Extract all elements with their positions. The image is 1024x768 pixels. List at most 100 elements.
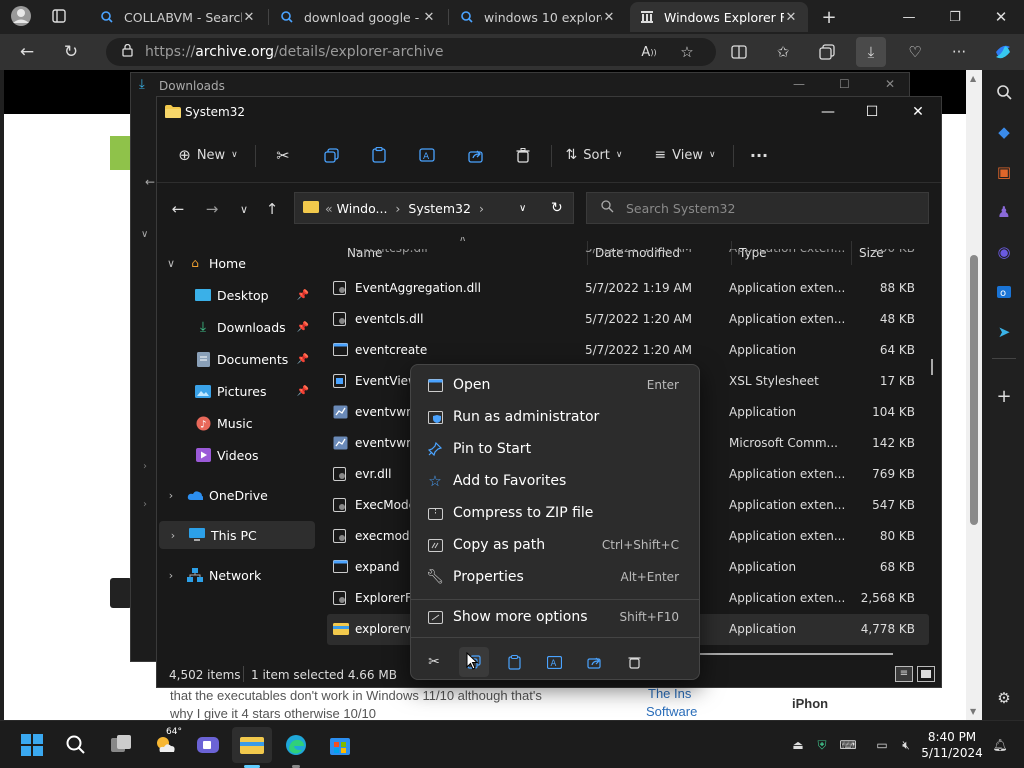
- rename-icon[interactable]: A: [539, 647, 569, 677]
- pin-icon[interactable]: 📌: [297, 386, 309, 397]
- minimize-icon[interactable]: —: [793, 77, 805, 91]
- chevron-right-icon[interactable]: ›: [165, 569, 177, 582]
- page-scrollbar[interactable]: ▲ ▼: [966, 70, 982, 720]
- path-overflow-label[interactable]: «: [325, 201, 333, 216]
- table-row[interactable]: eventcls.dll 5/7/2022 1:20 AM Applicatio…: [327, 304, 929, 335]
- minimize-icon[interactable]: —: [805, 97, 851, 127]
- related-link[interactable]: The Ins: [648, 686, 691, 701]
- related-link[interactable]: Software: [646, 704, 697, 719]
- close-icon[interactable]: ✕: [895, 97, 941, 127]
- pin-icon[interactable]: 📌: [297, 354, 309, 365]
- minimize-icon[interactable]: —: [886, 0, 932, 34]
- cut-icon[interactable]: ✂: [419, 647, 449, 677]
- nav-item-downloads[interactable]: ⤓ Downloads 📌: [157, 313, 313, 341]
- vertical-scrollbar-thumb[interactable]: [931, 359, 933, 375]
- shopping-tag-icon[interactable]: ◆: [990, 118, 1018, 146]
- menu-item-open[interactable]: Open Enter: [415, 369, 695, 401]
- chevron-right-icon[interactable]: ›: [165, 489, 177, 502]
- sort-button[interactable]: ⇅ Sort ∨: [561, 141, 627, 169]
- nav-item-this-pc[interactable]: › This PC: [159, 521, 315, 549]
- forward-arrow-icon[interactable]: →: [199, 198, 225, 220]
- cut-icon[interactable]: ✂: [269, 141, 297, 169]
- close-tab-icon[interactable]: ✕: [242, 10, 256, 25]
- menu-item-add-to-favorites[interactable]: ☆ Add to Favorites: [415, 465, 695, 497]
- refresh-icon[interactable]: ↻: [551, 200, 563, 216]
- workspaces-icon[interactable]: [44, 1, 74, 31]
- close-icon[interactable]: ✕: [978, 0, 1024, 34]
- tiles-view-icon[interactable]: [917, 666, 935, 682]
- copy-icon[interactable]: [317, 141, 345, 169]
- tab-windows-explorer-file[interactable]: Windows Explorer File ✕: [630, 2, 808, 32]
- keyboard-icon[interactable]: ⌨: [838, 735, 858, 755]
- start-windows-icon[interactable]: [16, 729, 48, 761]
- system-clock[interactable]: 8:40 PM 5/11/2024: [920, 729, 984, 761]
- menu-item-show-more-options[interactable]: Show more options Shift+F10: [415, 601, 695, 633]
- nav-item-pictures[interactable]: Pictures 📌: [157, 377, 313, 405]
- address-dropdown-icon[interactable]: ∨: [519, 203, 526, 214]
- lock-icon[interactable]: [122, 43, 133, 61]
- task-view-icon[interactable]: [106, 729, 138, 761]
- menu-item-pin-to-start[interactable]: Pin to Start: [415, 433, 695, 465]
- nav-item-home[interactable]: ∨ ⌂ Home: [157, 249, 313, 277]
- nav-item-network[interactable]: › Network: [157, 561, 313, 589]
- up-arrow-icon[interactable]: ↑: [259, 198, 285, 220]
- close-tab-icon[interactable]: ✕: [422, 10, 436, 25]
- pin-icon[interactable]: 📌: [297, 322, 309, 333]
- menu-item-compress-to-zip[interactable]: Compress to ZIP file: [415, 497, 695, 529]
- nav-item-documents[interactable]: Documents 📌: [157, 345, 313, 373]
- more-menu-icon[interactable]: ···: [944, 37, 974, 67]
- teams-icon[interactable]: [192, 729, 224, 761]
- address-path-box[interactable]: « Windo... › System32 › ∨ ↻: [294, 192, 574, 224]
- paste-icon[interactable]: [365, 141, 393, 169]
- chat-bubble-icon[interactable]: [110, 578, 132, 608]
- delete-icon[interactable]: [619, 647, 649, 677]
- tab-windows-10-explorer[interactable]: windows 10 explorer ✕: [450, 2, 626, 32]
- split-screen-icon[interactable]: [724, 37, 754, 67]
- back-arrow-icon[interactable]: ←: [165, 198, 191, 220]
- share-icon[interactable]: [461, 141, 489, 169]
- browser-essentials-icon[interactable]: ♡: [900, 37, 930, 67]
- tab-download-google[interactable]: download google - S ✕: [270, 2, 446, 32]
- search-input[interactable]: Search System32: [586, 192, 929, 224]
- new-tab-icon[interactable]: +: [812, 0, 846, 34]
- maximize-icon[interactable]: ☐: [839, 77, 850, 91]
- file-explorer-icon[interactable]: [236, 729, 268, 761]
- details-view-icon[interactable]: ≡: [895, 666, 913, 682]
- rename-icon[interactable]: A: [413, 141, 441, 169]
- tray-usb-icon[interactable]: ⏏: [788, 735, 808, 755]
- back-arrow-icon[interactable]: ←: [12, 37, 42, 67]
- table-row[interactable]: eventcreate 5/7/2022 1:20 AM Application…: [327, 335, 929, 366]
- notifications-icon[interactable]: 🔔︎: [990, 735, 1010, 755]
- scrollbar-thumb[interactable]: [970, 255, 978, 525]
- chevron-down-icon[interactable]: ∨: [141, 229, 148, 240]
- defender-shield-icon[interactable]: ⛨: [812, 735, 832, 755]
- restore-icon[interactable]: ❐: [932, 0, 978, 34]
- tab-collabvm-search[interactable]: COLLABVM - Search ✕: [90, 2, 266, 32]
- back-arrow-icon[interactable]: ←: [145, 175, 155, 189]
- path-segment[interactable]: System32: [408, 201, 471, 216]
- add-icon[interactable]: +: [990, 382, 1018, 410]
- settings-gear-icon[interactable]: ⚙: [990, 684, 1018, 712]
- microsoft-store-icon[interactable]: [324, 729, 356, 761]
- favorite-star-icon[interactable]: ☆: [672, 37, 702, 67]
- display-icon[interactable]: ▭: [872, 735, 892, 755]
- outlook-icon[interactable]: o: [990, 278, 1018, 306]
- delete-icon[interactable]: [509, 141, 537, 169]
- path-segment[interactable]: Windo...: [337, 201, 388, 216]
- pin-icon[interactable]: 📌: [297, 290, 309, 301]
- profile-avatar-icon[interactable]: [6, 1, 36, 31]
- search-icon[interactable]: [60, 729, 92, 761]
- share-icon[interactable]: [579, 647, 609, 677]
- see-more-icon[interactable]: ···: [745, 141, 773, 169]
- close-tab-icon[interactable]: ✕: [784, 10, 798, 25]
- favorites-icon[interactable]: ✩: [768, 37, 798, 67]
- microsoft365-icon[interactable]: ◉: [990, 238, 1018, 266]
- recent-locations-chevron-icon[interactable]: ∨: [231, 198, 257, 220]
- url-field[interactable]: https://archive.org/details/explorer-arc…: [106, 38, 716, 66]
- explorer-title-bar[interactable]: System32 — ☐ ✕: [157, 97, 941, 127]
- games-icon[interactable]: ♟: [990, 198, 1018, 226]
- copilot-icon[interactable]: [988, 37, 1018, 67]
- new-button[interactable]: ⊕ New ∨: [173, 141, 243, 169]
- close-tab-icon[interactable]: ✕: [602, 10, 616, 25]
- menu-item-run-as-administrator[interactable]: Run as administrator: [415, 401, 695, 433]
